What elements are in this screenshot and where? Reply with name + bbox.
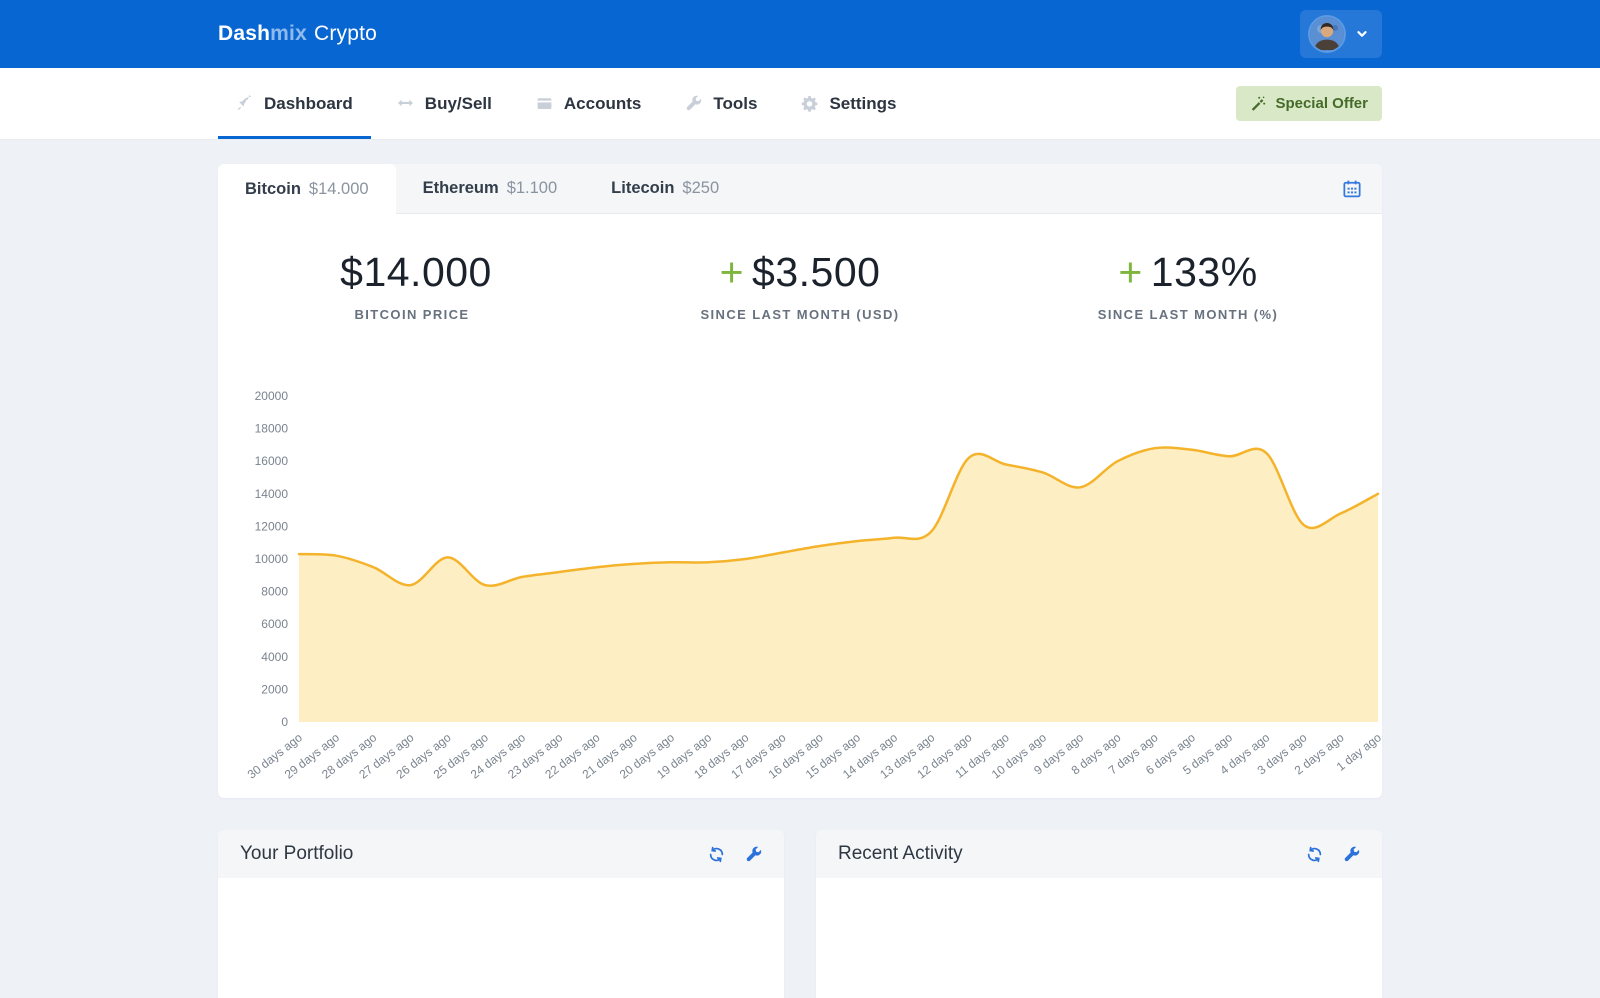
y-tick-label: 12000 [255,519,289,533]
tab-ethereum[interactable]: Ethereum $1.100 [396,164,585,213]
coin-price: $250 [682,179,719,198]
wrench-icon [1343,846,1360,863]
avatar [1310,17,1344,51]
recent-activity-panel-header: Recent Activity [816,830,1382,878]
refresh-button[interactable] [708,846,725,863]
y-axis-labels: 0 2000 4000 6000 8000 10000 12000 14000 16000 180… [255,389,289,729]
main-content: Bitcoin $14.000 Ethereum $1.100 Litecoin… [218,164,1382,998]
nav-items: Dashboard Buy/Sell Accounts [218,68,923,139]
stat-value: 133% [1151,249,1258,295]
refresh-button[interactable] [1306,846,1323,863]
avatar-image [1310,17,1344,51]
x-axis-labels: 30 days ago29 days ago28 days ago27 days… [245,730,1382,781]
coin-name: Litecoin [611,179,674,198]
nav-item-dashboard[interactable]: Dashboard [218,68,371,139]
coin-name: Ethereum [423,179,499,198]
wallet-icon [536,95,553,112]
nav-item-label: Accounts [564,94,641,114]
y-tick-label: 2000 [261,682,288,696]
y-tick-label: 6000 [261,617,288,631]
user-menu-button[interactable] [1300,10,1382,58]
stat-value: $14.000 [340,249,492,295]
recent-activity-panel-body [816,878,1382,998]
stats-row: $14.000 BITCOIN PRICE +$3.500 SINCE LAST… [218,214,1382,362]
brand-bold: Dash [218,22,270,45]
y-tick-label: 16000 [255,454,289,468]
swap-arrows-icon [397,95,414,112]
magic-wand-icon [1250,96,1266,112]
nav-item-label: Settings [829,94,896,114]
bitcoin-price-chart: 0 2000 4000 6000 8000 10000 12000 14000 16000 180… [218,362,1382,798]
nav-item-tools[interactable]: Tools [667,68,775,139]
special-offer-label: Special Offer [1275,95,1368,112]
nav-item-label: Dashboard [264,94,353,114]
refresh-icon [1306,846,1323,863]
refresh-icon [708,846,725,863]
portfolio-panel: Your Portfolio [218,830,784,998]
y-tick-label: 10000 [255,552,289,566]
special-offer-button[interactable]: Special Offer [1236,86,1382,121]
stat-label: SINCE LAST MONTH (%) [994,307,1382,322]
nav-item-settings[interactable]: Settings [783,68,914,139]
y-tick-label: 4000 [261,650,288,664]
stat-label: BITCOIN PRICE [218,307,606,322]
settings-button[interactable] [745,846,762,863]
nav-item-label: Tools [713,94,757,114]
nav-item-accounts[interactable]: Accounts [518,68,659,139]
top-header-bar: Dashmix Crypto [0,0,1600,68]
rocket-icon [236,95,253,112]
panel-title: Your Portfolio [240,843,353,865]
stat-label: SINCE LAST MONTH (USD) [606,307,994,322]
nav-item-label: Buy/Sell [425,94,492,114]
coin-price: $1.100 [507,179,557,198]
coin-price: $14.000 [309,180,369,199]
crypto-card: Bitcoin $14.000 Ethereum $1.100 Litecoin… [218,164,1382,798]
stat-value: $3.500 [752,249,880,295]
coin-tabs: Bitcoin $14.000 Ethereum $1.100 Litecoin… [218,164,1382,214]
y-tick-label: 18000 [255,422,289,436]
coin-name: Bitcoin [245,180,301,199]
bitcoin-chart-svg: 0 2000 4000 6000 8000 10000 12000 14000 16000 180… [218,362,1382,798]
area-fill [299,448,1378,723]
tab-litecoin[interactable]: Litecoin $250 [584,164,746,213]
stat-change-percent: +133% SINCE LAST MONTH (%) [994,250,1382,322]
wrench-icon [685,95,702,112]
recent-activity-panel: Recent Activity [816,830,1382,998]
nav-item-buy-sell[interactable]: Buy/Sell [379,68,510,139]
calendar-icon [1342,179,1362,199]
bottom-panels: Your Portfolio [218,830,1382,998]
wrench-icon [745,846,762,863]
brand-rest: Crypto [314,22,377,45]
stat-bitcoin-price: $14.000 BITCOIN PRICE [218,250,606,322]
main-navigation: Dashboard Buy/Sell Accounts [0,68,1600,140]
portfolio-panel-header: Your Portfolio [218,830,784,878]
plus-sign: + [1118,249,1142,295]
y-tick-label: 14000 [255,487,289,501]
date-range-button[interactable] [1322,164,1382,213]
plus-sign: + [720,249,744,295]
y-tick-label: 8000 [261,585,288,599]
y-tick-label: 20000 [255,389,289,403]
brand-light: mix [270,22,307,45]
brand-logo: Dashmix Crypto [218,22,377,46]
y-tick-label: 0 [281,715,288,729]
panel-title: Recent Activity [838,843,963,865]
portfolio-panel-body [218,878,784,998]
gear-icon [801,95,818,112]
settings-button[interactable] [1343,846,1360,863]
stat-change-usd: +$3.500 SINCE LAST MONTH (USD) [606,250,994,322]
tab-bitcoin[interactable]: Bitcoin $14.000 [218,164,396,214]
chevron-down-icon [1354,26,1370,42]
